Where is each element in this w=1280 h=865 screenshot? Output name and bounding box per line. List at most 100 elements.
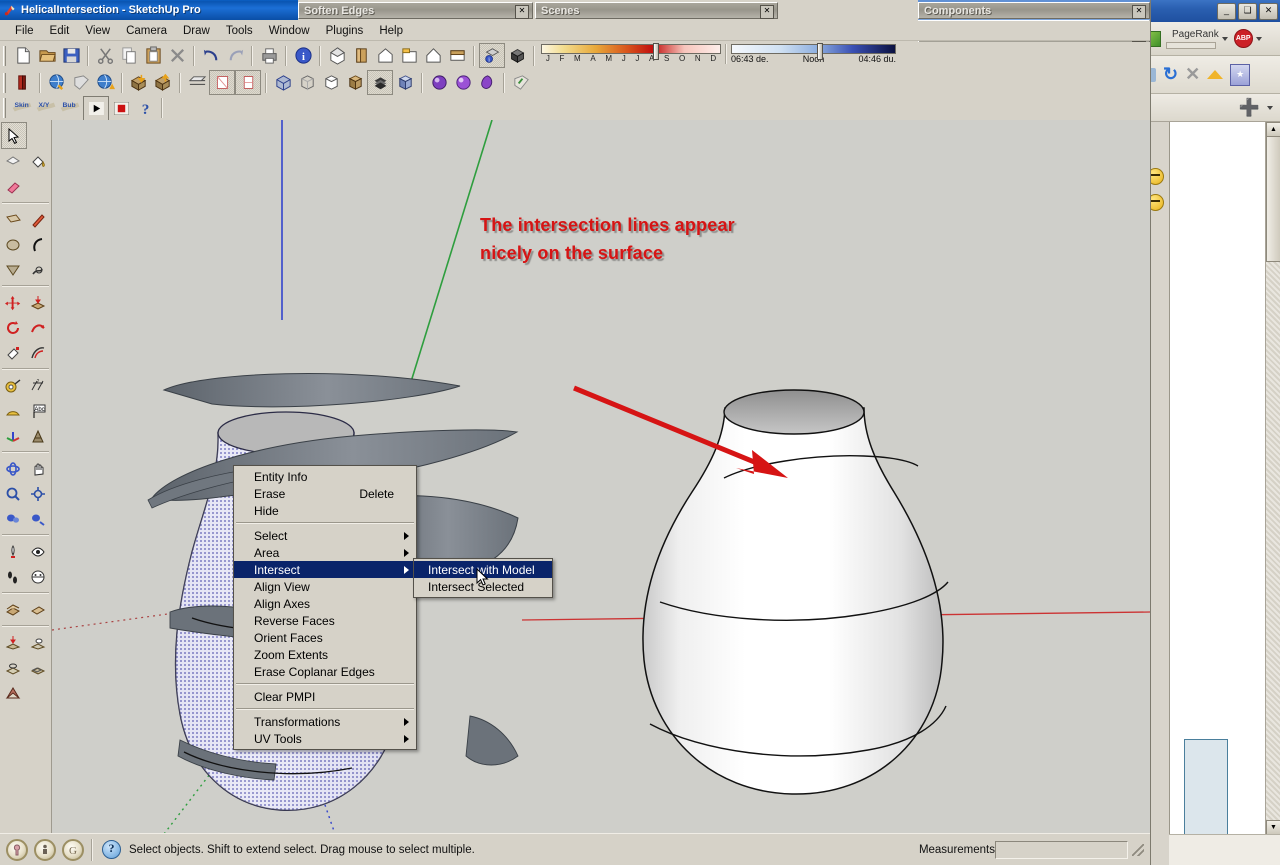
bub-plugin-icon[interactable]: Bub	[59, 97, 83, 120]
xray-icon[interactable]	[271, 71, 295, 94]
iso-view-icon[interactable]	[325, 44, 349, 67]
axes-icon[interactable]	[1, 423, 25, 448]
display-section-cuts-icon[interactable]	[235, 70, 261, 95]
get-models-icon[interactable]	[45, 71, 69, 94]
browser-scrollbar[interactable]	[1265, 122, 1280, 835]
toolbar-row-plugins[interactable]: Skin X/Y Bub ?	[0, 95, 1150, 121]
restore-button[interactable]: ❏	[1238, 3, 1257, 20]
menu-file[interactable]: File	[7, 23, 42, 39]
push-pull-icon[interactable]	[26, 290, 50, 315]
orbit-icon[interactable]	[1, 456, 25, 481]
toolbar-grip[interactable]	[3, 98, 8, 118]
menu-item-intersect[interactable]: Intersect	[234, 561, 416, 578]
toolbar-row-styles[interactable]	[0, 69, 1150, 96]
chevron-down-icon[interactable]	[1221, 36, 1228, 41]
menu-item-select[interactable]: Select	[234, 527, 416, 544]
close-icon[interactable]: ✕	[760, 5, 774, 19]
menu-edit[interactable]: Edit	[42, 23, 78, 39]
submenu-item-intersect-with-model[interactable]: Intersect with Model	[414, 561, 552, 578]
bookmarks-icon[interactable]: ★	[1230, 63, 1251, 86]
menu-item-align-axes[interactable]: Align Axes	[234, 595, 416, 612]
menu-view[interactable]: View	[77, 23, 118, 39]
cut-icon[interactable]	[93, 44, 117, 67]
drape-icon[interactable]	[1, 655, 25, 680]
help-question-icon[interactable]: ?	[102, 840, 121, 859]
layers-icon[interactable]: i	[479, 43, 505, 68]
smoove-icon[interactable]	[1, 630, 25, 655]
style-purple-1-icon[interactable]	[427, 71, 451, 94]
docked-dialog-scenes[interactable]: Scenes ✕	[535, 2, 778, 19]
eraser-icon[interactable]	[1, 174, 25, 199]
help-icon[interactable]: ?	[133, 97, 157, 120]
shadow-time-slider[interactable]: 06:43 de. Noon 04:46 du.	[731, 43, 896, 65]
shadow-settings-toolbar[interactable]: JFMAMJJASOND 06:43 de. Noon 04:46 du.	[541, 43, 896, 67]
home-icon[interactable]	[1207, 70, 1224, 79]
paint-bucket-icon[interactable]	[26, 149, 50, 174]
rotate-icon[interactable]	[1, 315, 25, 340]
walk-icon[interactable]	[1, 564, 25, 589]
copy-icon[interactable]	[117, 44, 141, 67]
arc-icon[interactable]	[26, 232, 50, 257]
browser-window-buttons[interactable]: _ ❏ ✕	[1217, 3, 1278, 20]
offset-icon[interactable]	[26, 340, 50, 365]
undo-icon[interactable]	[199, 44, 223, 67]
pan-icon[interactable]	[26, 456, 50, 481]
menu-item-erase[interactable]: Erase Delete	[234, 485, 416, 502]
add-tab-icon[interactable]: ➕	[1239, 99, 1260, 116]
display-section-planes-icon[interactable]	[209, 70, 235, 95]
menu-item-zoom-extents[interactable]: Zoom Extents	[234, 646, 416, 663]
monochrome-icon[interactable]	[393, 71, 417, 94]
sketchup-titlebar[interactable]: HelicalIntersection - SketchUp Pro	[0, 0, 298, 20]
tape-measure-icon[interactable]	[1, 373, 25, 398]
freehand-icon[interactable]	[26, 257, 50, 282]
context-menu[interactable]: Entity Info Erase Delete Hide Select Area Inte…	[233, 465, 417, 750]
section-plane-tool-icon[interactable]	[26, 564, 50, 589]
style-purple-2-icon[interactable]	[451, 71, 475, 94]
close-button[interactable]: ✕	[1259, 3, 1278, 20]
chevron-down-icon[interactable]	[1255, 36, 1262, 41]
close-icon[interactable]: ✕	[1132, 5, 1146, 19]
menu-plugins[interactable]: Plugins	[318, 23, 372, 39]
section-plane-icon[interactable]	[185, 71, 209, 94]
menu-tools[interactable]: Tools	[218, 23, 261, 39]
shaded-icon[interactable]	[343, 71, 367, 94]
look-around-icon[interactable]	[26, 539, 50, 564]
scroll-up-button[interactable]: ▲	[1266, 122, 1280, 137]
google-icon[interactable]: G	[62, 838, 84, 861]
submenu-item-intersect-selected[interactable]: Intersect Selected	[414, 578, 552, 595]
palette-group-principal[interactable]: 2 Abc	[0, 120, 51, 705]
zoom-window-icon[interactable]	[1, 506, 25, 531]
browser-tabbar[interactable]: ➕	[1141, 94, 1280, 122]
paste-icon[interactable]	[141, 44, 165, 67]
chevron-down-icon[interactable]	[1267, 105, 1273, 110]
browser-pagerank-toolbar[interactable]: PageRank ABP	[1141, 22, 1280, 56]
zoom-icon[interactable]	[1, 481, 25, 506]
text-icon[interactable]: Abc	[26, 398, 50, 423]
menu-item-reverse-faces[interactable]: Reverse Faces	[234, 612, 416, 629]
stop-icon[interactable]: ✕	[1185, 64, 1200, 85]
3d-text-icon[interactable]	[26, 423, 50, 448]
menu-item-transformations[interactable]: Transformations	[234, 713, 416, 730]
large-tool-set-palette[interactable]: 2 Abc	[0, 120, 52, 834]
menu-item-clear-pmpi[interactable]: Clear PMPI	[234, 688, 416, 705]
component-icon[interactable]	[505, 44, 529, 67]
upload-model-icon[interactable]	[93, 71, 117, 94]
browser-nav-toolbar[interactable]: ↻ ✕ ★	[1141, 56, 1280, 94]
scroll-thumb[interactable]	[1266, 122, 1280, 262]
xy-plugin-icon[interactable]: X/Y	[35, 97, 59, 120]
month-thumb[interactable]	[653, 43, 659, 60]
stop-icon[interactable]	[109, 97, 133, 120]
zoom-extents-icon[interactable]	[26, 481, 50, 506]
adblock-icon[interactable]: ABP	[1233, 29, 1253, 48]
toolbar-grip[interactable]	[3, 72, 8, 93]
toolbar-row-standard[interactable]: i i J F M A M J J A S O N D 06:43 de. No…	[0, 42, 1150, 69]
erase-icon[interactable]	[165, 44, 189, 67]
download-component-icon[interactable]	[127, 71, 151, 94]
model-info-icon[interactable]: i	[291, 44, 315, 67]
toolbar-grip[interactable]	[3, 45, 8, 66]
menu-help[interactable]: Help	[371, 23, 411, 39]
back-view-icon[interactable]	[421, 44, 445, 67]
scene-next-icon[interactable]	[26, 597, 50, 622]
scale-icon[interactable]	[1, 340, 25, 365]
print-icon[interactable]	[257, 44, 281, 67]
